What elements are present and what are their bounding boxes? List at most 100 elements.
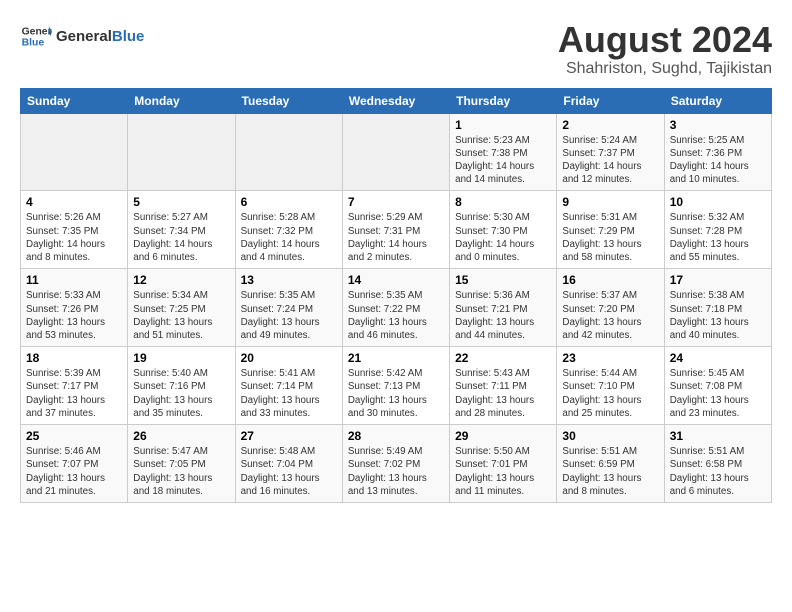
day-number: 17 xyxy=(670,273,766,287)
calendar-cell: 9 Sunrise: 5:31 AMSunset: 7:29 PMDaylight… xyxy=(557,191,664,269)
day-info: Sunrise: 5:42 AMSunset: 7:13 PMDaylight:… xyxy=(348,367,444,420)
calendar-cell xyxy=(21,113,128,191)
calendar-cell xyxy=(128,113,235,191)
day-info: Sunrise: 5:24 AMSunset: 7:37 PMDaylight:… xyxy=(562,134,658,187)
day-info: Sunrise: 5:43 AMSunset: 7:11 PMDaylight:… xyxy=(455,367,551,420)
calendar-week-row: 25 Sunrise: 5:46 AMSunset: 7:07 PMDayligh… xyxy=(21,425,772,503)
calendar-cell: 31Sunrise: 5:51 AMSunset: 6:58 PMDayligh… xyxy=(664,425,771,503)
calendar-cell: 14 Sunrise: 5:35 AMSunset: 7:22 PMDayligh… xyxy=(342,269,449,347)
day-number: 20 xyxy=(241,351,337,365)
day-number: 18 xyxy=(26,351,122,365)
calendar-cell: 23 Sunrise: 5:44 AMSunset: 7:10 PMDayligh… xyxy=(557,347,664,425)
title-area: August 2024 Shahriston, Sughd, Tajikista… xyxy=(558,20,772,78)
day-number: 25 xyxy=(26,429,122,443)
day-info: Sunrise: 5:32 AMSunset: 7:28 PMDaylight:… xyxy=(670,211,766,264)
logo-icon: General Blue xyxy=(20,20,52,52)
day-number: 13 xyxy=(241,273,337,287)
day-number: 22 xyxy=(455,351,551,365)
calendar-cell xyxy=(235,113,342,191)
calendar-cell: 21 Sunrise: 5:42 AMSunset: 7:13 PMDayligh… xyxy=(342,347,449,425)
day-info: Sunrise: 5:47 AMSunset: 7:05 PMDaylight:… xyxy=(133,445,229,498)
weekday-header-monday: Monday xyxy=(128,88,235,113)
day-number: 10 xyxy=(670,195,766,209)
day-number: 12 xyxy=(133,273,229,287)
day-info: Sunrise: 5:30 AMSunset: 7:30 PMDaylight:… xyxy=(455,211,551,264)
weekday-header-sunday: Sunday xyxy=(21,88,128,113)
calendar-cell: 10 Sunrise: 5:32 AMSunset: 7:28 PMDayligh… xyxy=(664,191,771,269)
weekday-header-saturday: Saturday xyxy=(664,88,771,113)
day-number: 15 xyxy=(455,273,551,287)
day-number: 6 xyxy=(241,195,337,209)
calendar-cell: 30 Sunrise: 5:51 AMSunset: 6:59 PMDayligh… xyxy=(557,425,664,503)
weekday-header-tuesday: Tuesday xyxy=(235,88,342,113)
day-number: 2 xyxy=(562,118,658,132)
calendar-cell: 7Sunrise: 5:29 AMSunset: 7:31 PMDaylight… xyxy=(342,191,449,269)
day-number: 23 xyxy=(562,351,658,365)
calendar-cell: 12 Sunrise: 5:34 AMSunset: 7:25 PMDayligh… xyxy=(128,269,235,347)
calendar-cell: 20 Sunrise: 5:41 AMSunset: 7:14 PMDayligh… xyxy=(235,347,342,425)
day-info: Sunrise: 5:35 AMSunset: 7:24 PMDaylight:… xyxy=(241,289,337,342)
calendar-week-row: 18Sunrise: 5:39 AMSunset: 7:17 PMDayligh… xyxy=(21,347,772,425)
day-info: Sunrise: 5:46 AMSunset: 7:07 PMDaylight:… xyxy=(26,445,122,498)
day-info: Sunrise: 5:34 AMSunset: 7:25 PMDaylight:… xyxy=(133,289,229,342)
day-info: Sunrise: 5:36 AMSunset: 7:21 PMDaylight:… xyxy=(455,289,551,342)
calendar-cell: 22 Sunrise: 5:43 AMSunset: 7:11 PMDayligh… xyxy=(450,347,557,425)
day-info: Sunrise: 5:26 AMSunset: 7:35 PMDaylight:… xyxy=(26,211,122,264)
weekday-header-friday: Friday xyxy=(557,88,664,113)
day-info: Sunrise: 5:23 AMSunset: 7:38 PMDaylight:… xyxy=(455,134,551,187)
day-info: Sunrise: 5:41 AMSunset: 7:14 PMDaylight:… xyxy=(241,367,337,420)
logo: General Blue GeneralBlue xyxy=(20,20,144,52)
day-info: Sunrise: 5:27 AMSunset: 7:34 PMDaylight:… xyxy=(133,211,229,264)
weekday-header-row: SundayMondayTuesdayWednesdayThursdayFrid… xyxy=(21,88,772,113)
day-info: Sunrise: 5:38 AMSunset: 7:18 PMDaylight:… xyxy=(670,289,766,342)
logo-general-text: General xyxy=(56,28,112,45)
calendar-cell: 27 Sunrise: 5:48 AMSunset: 7:04 PMDayligh… xyxy=(235,425,342,503)
svg-text:General: General xyxy=(22,26,52,37)
calendar-cell: 29Sunrise: 5:50 AMSunset: 7:01 PMDayligh… xyxy=(450,425,557,503)
calendar-week-row: 4Sunrise: 5:26 AMSunset: 7:35 PMDaylight… xyxy=(21,191,772,269)
day-number: 30 xyxy=(562,429,658,443)
day-number: 8 xyxy=(455,195,551,209)
calendar-cell: 13 Sunrise: 5:35 AMSunset: 7:24 PMDayligh… xyxy=(235,269,342,347)
logo-blue-text: Blue xyxy=(112,28,145,45)
day-number: 27 xyxy=(241,429,337,443)
day-info: Sunrise: 5:44 AMSunset: 7:10 PMDaylight:… xyxy=(562,367,658,420)
day-number: 31 xyxy=(670,429,766,443)
header: General Blue GeneralBlue August 2024 Sha… xyxy=(20,20,772,78)
calendar-cell: 2 Sunrise: 5:24 AMSunset: 7:37 PMDaylight… xyxy=(557,113,664,191)
day-info: Sunrise: 5:51 AMSunset: 6:59 PMDaylight:… xyxy=(562,445,658,498)
day-number: 24 xyxy=(670,351,766,365)
day-info: Sunrise: 5:45 AMSunset: 7:08 PMDaylight:… xyxy=(670,367,766,420)
calendar-cell: 19 Sunrise: 5:40 AMSunset: 7:16 PMDayligh… xyxy=(128,347,235,425)
calendar-cell: 16Sunrise: 5:37 AMSunset: 7:20 PMDayligh… xyxy=(557,269,664,347)
day-info: Sunrise: 5:40 AMSunset: 7:16 PMDaylight:… xyxy=(133,367,229,420)
calendar-subtitle: Shahriston, Sughd, Tajikistan xyxy=(558,60,772,78)
day-info: Sunrise: 5:35 AMSunset: 7:22 PMDaylight:… xyxy=(348,289,444,342)
calendar-cell: 24 Sunrise: 5:45 AMSunset: 7:08 PMDayligh… xyxy=(664,347,771,425)
day-number: 3 xyxy=(670,118,766,132)
day-number: 28 xyxy=(348,429,444,443)
calendar-week-row: 11Sunrise: 5:33 AMSunset: 7:26 PMDayligh… xyxy=(21,269,772,347)
day-info: Sunrise: 5:37 AMSunset: 7:20 PMDaylight:… xyxy=(562,289,658,342)
day-info: Sunrise: 5:48 AMSunset: 7:04 PMDaylight:… xyxy=(241,445,337,498)
calendar-cell: 28Sunrise: 5:49 AMSunset: 7:02 PMDayligh… xyxy=(342,425,449,503)
day-number: 9 xyxy=(562,195,658,209)
calendar-cell: 8 Sunrise: 5:30 AMSunset: 7:30 PMDaylight… xyxy=(450,191,557,269)
day-number: 5 xyxy=(133,195,229,209)
calendar-title: August 2024 xyxy=(558,20,772,60)
day-number: 19 xyxy=(133,351,229,365)
day-info: Sunrise: 5:28 AMSunset: 7:32 PMDaylight:… xyxy=(241,211,337,264)
day-info: Sunrise: 5:25 AMSunset: 7:36 PMDaylight:… xyxy=(670,134,766,187)
calendar-cell: 26Sunrise: 5:47 AMSunset: 7:05 PMDayligh… xyxy=(128,425,235,503)
calendar-cell: 15 Sunrise: 5:36 AMSunset: 7:21 PMDayligh… xyxy=(450,269,557,347)
day-info: Sunrise: 5:50 AMSunset: 7:01 PMDaylight:… xyxy=(455,445,551,498)
day-number: 14 xyxy=(348,273,444,287)
day-info: Sunrise: 5:31 AMSunset: 7:29 PMDaylight:… xyxy=(562,211,658,264)
day-number: 11 xyxy=(26,273,122,287)
day-number: 21 xyxy=(348,351,444,365)
day-number: 1 xyxy=(455,118,551,132)
calendar-cell: 11Sunrise: 5:33 AMSunset: 7:26 PMDayligh… xyxy=(21,269,128,347)
calendar-cell: 5 Sunrise: 5:27 AMSunset: 7:34 PMDaylight… xyxy=(128,191,235,269)
svg-text:Blue: Blue xyxy=(22,38,45,49)
calendar-cell: 4Sunrise: 5:26 AMSunset: 7:35 PMDaylight… xyxy=(21,191,128,269)
